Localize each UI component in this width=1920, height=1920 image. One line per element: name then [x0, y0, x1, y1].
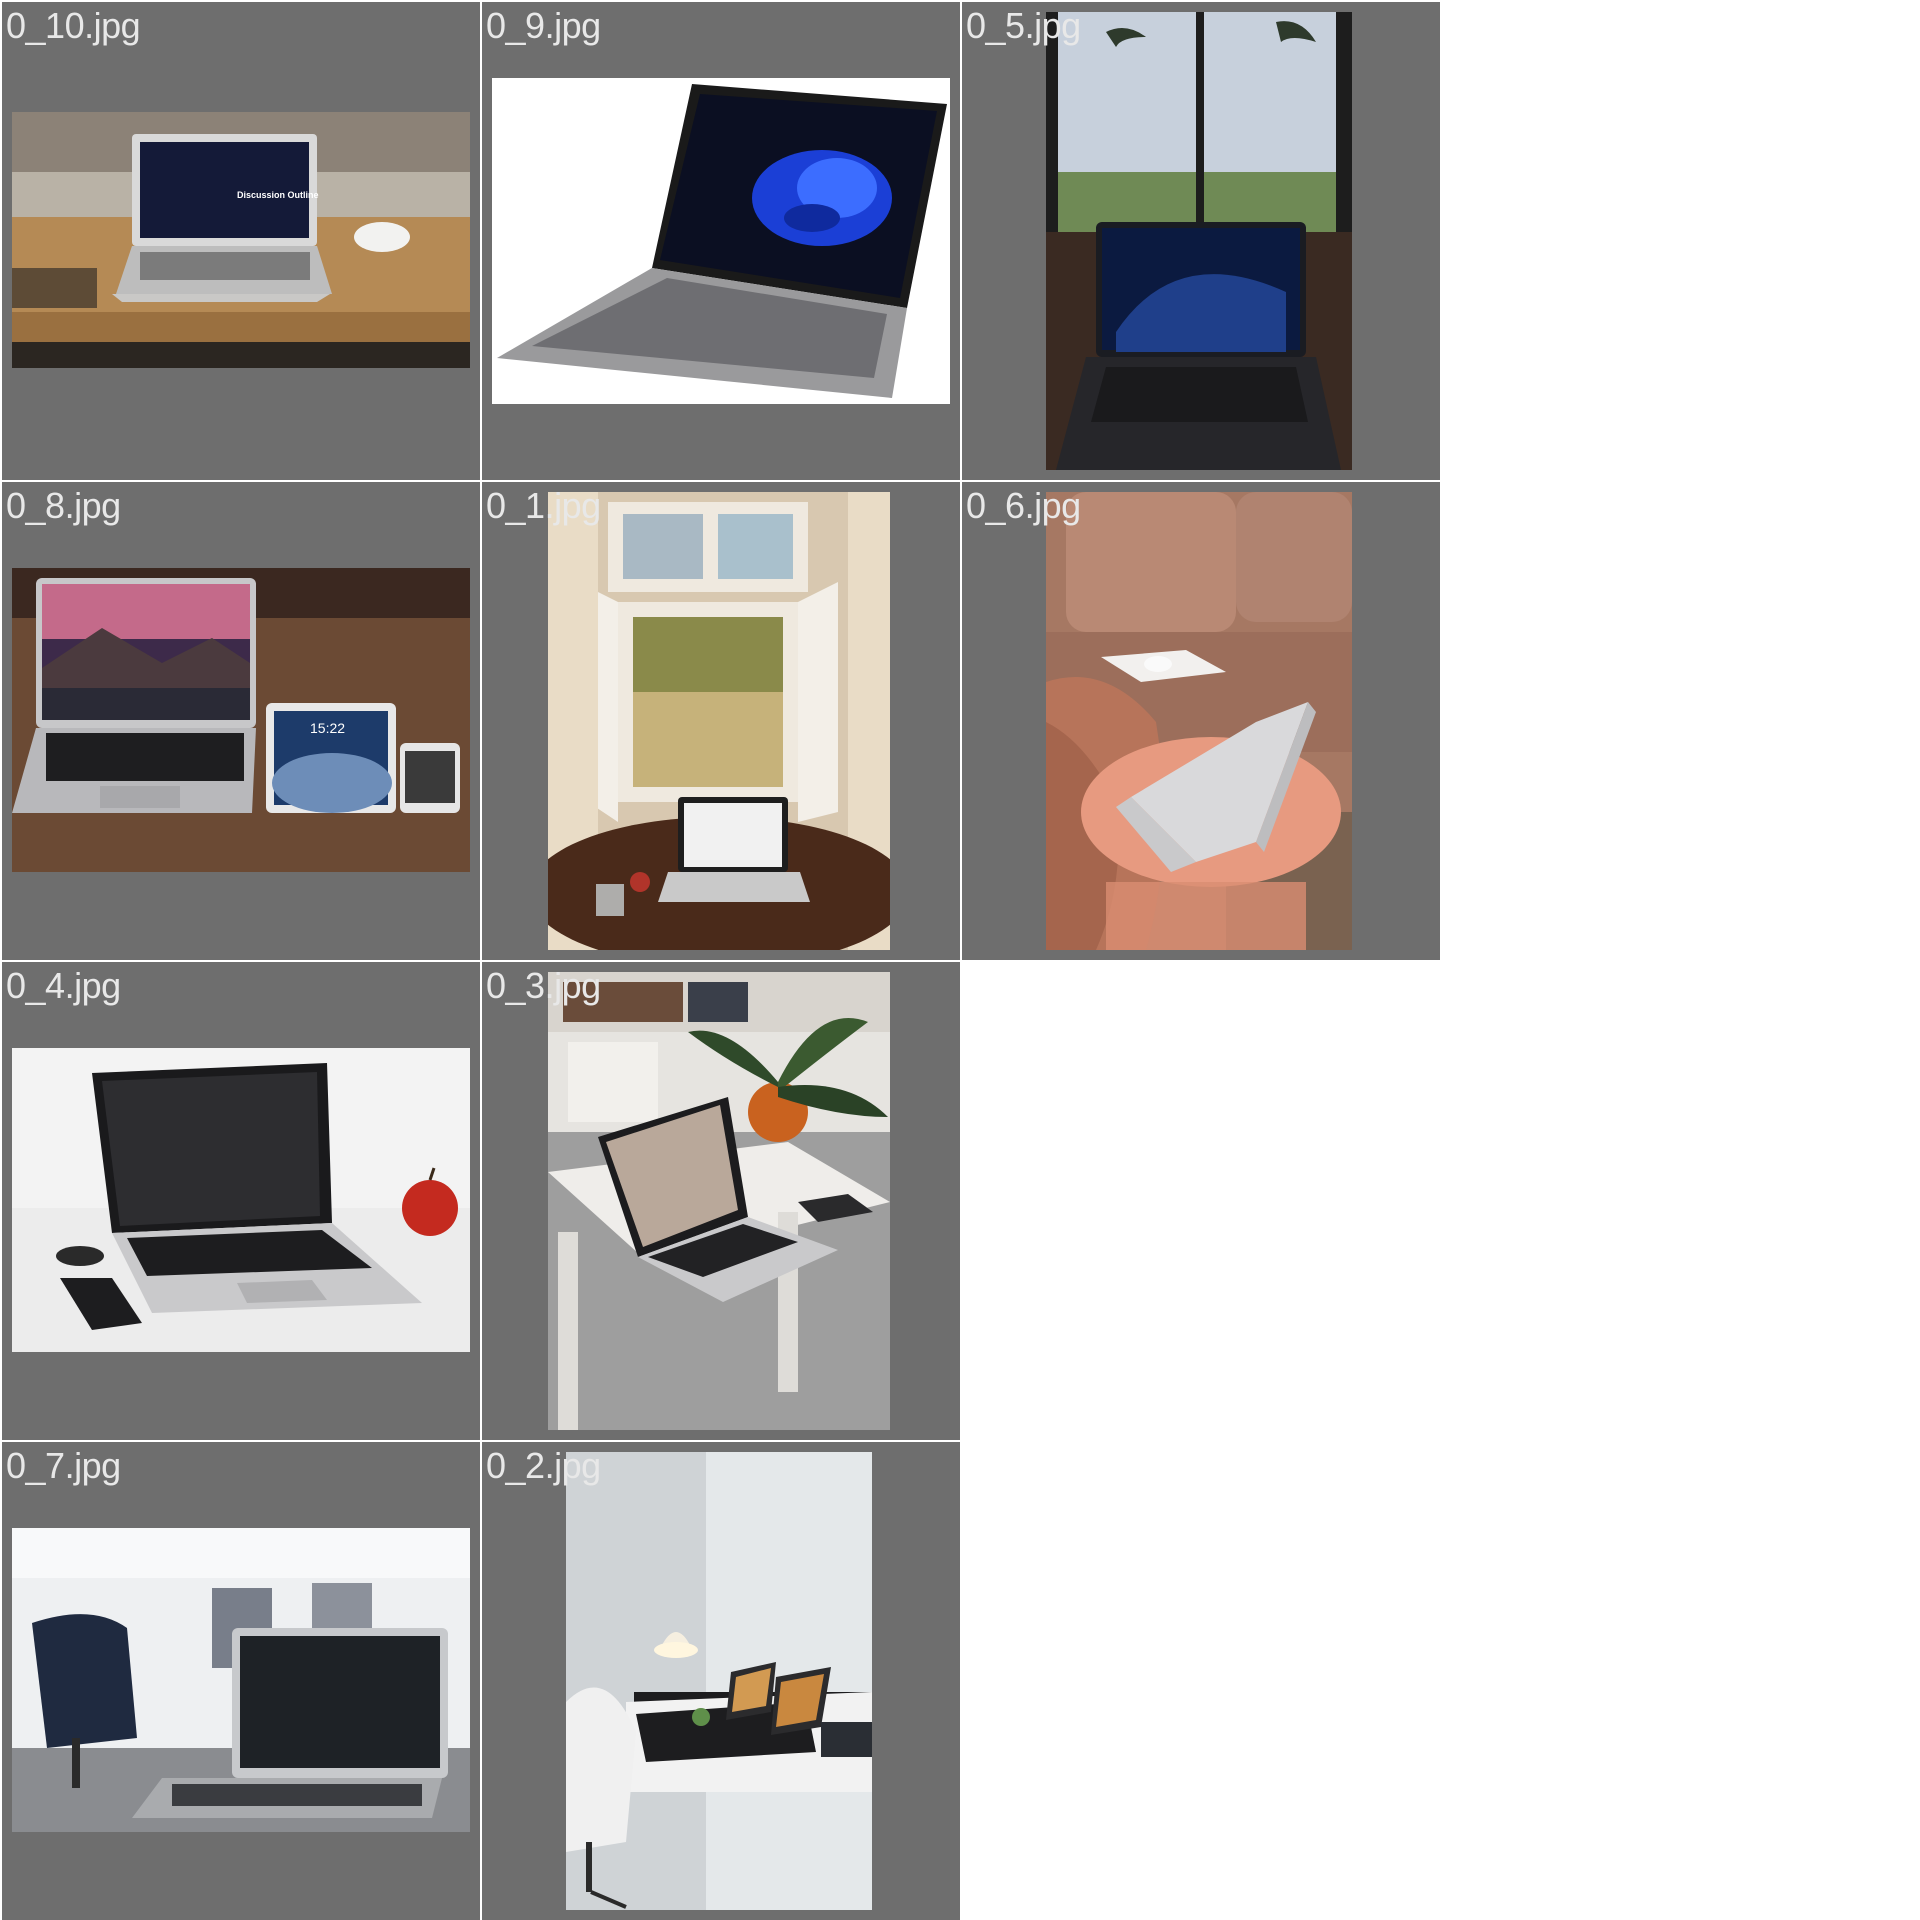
filename-label: 0_1.jpg	[486, 485, 601, 526]
grid-cell-0_8[interactable]: 0_8.jpg 15:22	[2, 482, 480, 960]
thumbnail-image	[548, 492, 890, 950]
filename-label: 0_7.jpg	[6, 1445, 121, 1486]
grid-cell-0_9[interactable]: 0_9.jpg	[482, 2, 960, 480]
filename-label: 0_3.jpg	[486, 965, 601, 1006]
thumbnail-image	[492, 78, 950, 404]
filename-label: 0_9.jpg	[486, 5, 601, 46]
thumbnail-image	[12, 1528, 470, 1832]
thumbnail-image: 15:22	[12, 568, 470, 872]
thumbnail-image	[566, 1452, 872, 1910]
grid-cell-0_3[interactable]: 0_3.jpg	[482, 962, 960, 1440]
tablet-time: 15:22	[310, 720, 345, 736]
thumbnail-image	[548, 972, 890, 1430]
thumbnail-image	[1046, 492, 1352, 950]
thumbnail-image	[12, 1048, 470, 1352]
grid-cell-0_6[interactable]: 0_6.jpg	[962, 482, 1440, 960]
filename-label: 0_5.jpg	[966, 5, 1081, 46]
filename-label: 0_4.jpg	[6, 965, 121, 1006]
grid-cell-0_4[interactable]: 0_4.jpg	[2, 962, 480, 1440]
grid-cell-0_10[interactable]: 0_10.jpg Discussion Outline	[2, 2, 480, 480]
grid-cell-0_7[interactable]: 0_7.jpg	[2, 1442, 480, 1920]
thumbnail-image: Discussion Outline	[12, 112, 470, 368]
grid-cell-0_5[interactable]: 0_5.jpg	[962, 2, 1440, 480]
grid-cell-0_1[interactable]: 0_1.jpg	[482, 482, 960, 960]
image-grid: 0_10.jpg Discussion Outline 0_9.jpg 0_5.…	[0, 0, 1920, 1920]
grid-cell-0_2[interactable]: 0_2.jpg	[482, 1442, 960, 1920]
filename-label: 0_2.jpg	[486, 1445, 601, 1486]
screen-text: Discussion Outline	[237, 190, 319, 200]
filename-label: 0_6.jpg	[966, 485, 1081, 526]
thumbnail-image	[1046, 12, 1352, 470]
filename-label: 0_8.jpg	[6, 485, 121, 526]
filename-label: 0_10.jpg	[6, 5, 141, 46]
